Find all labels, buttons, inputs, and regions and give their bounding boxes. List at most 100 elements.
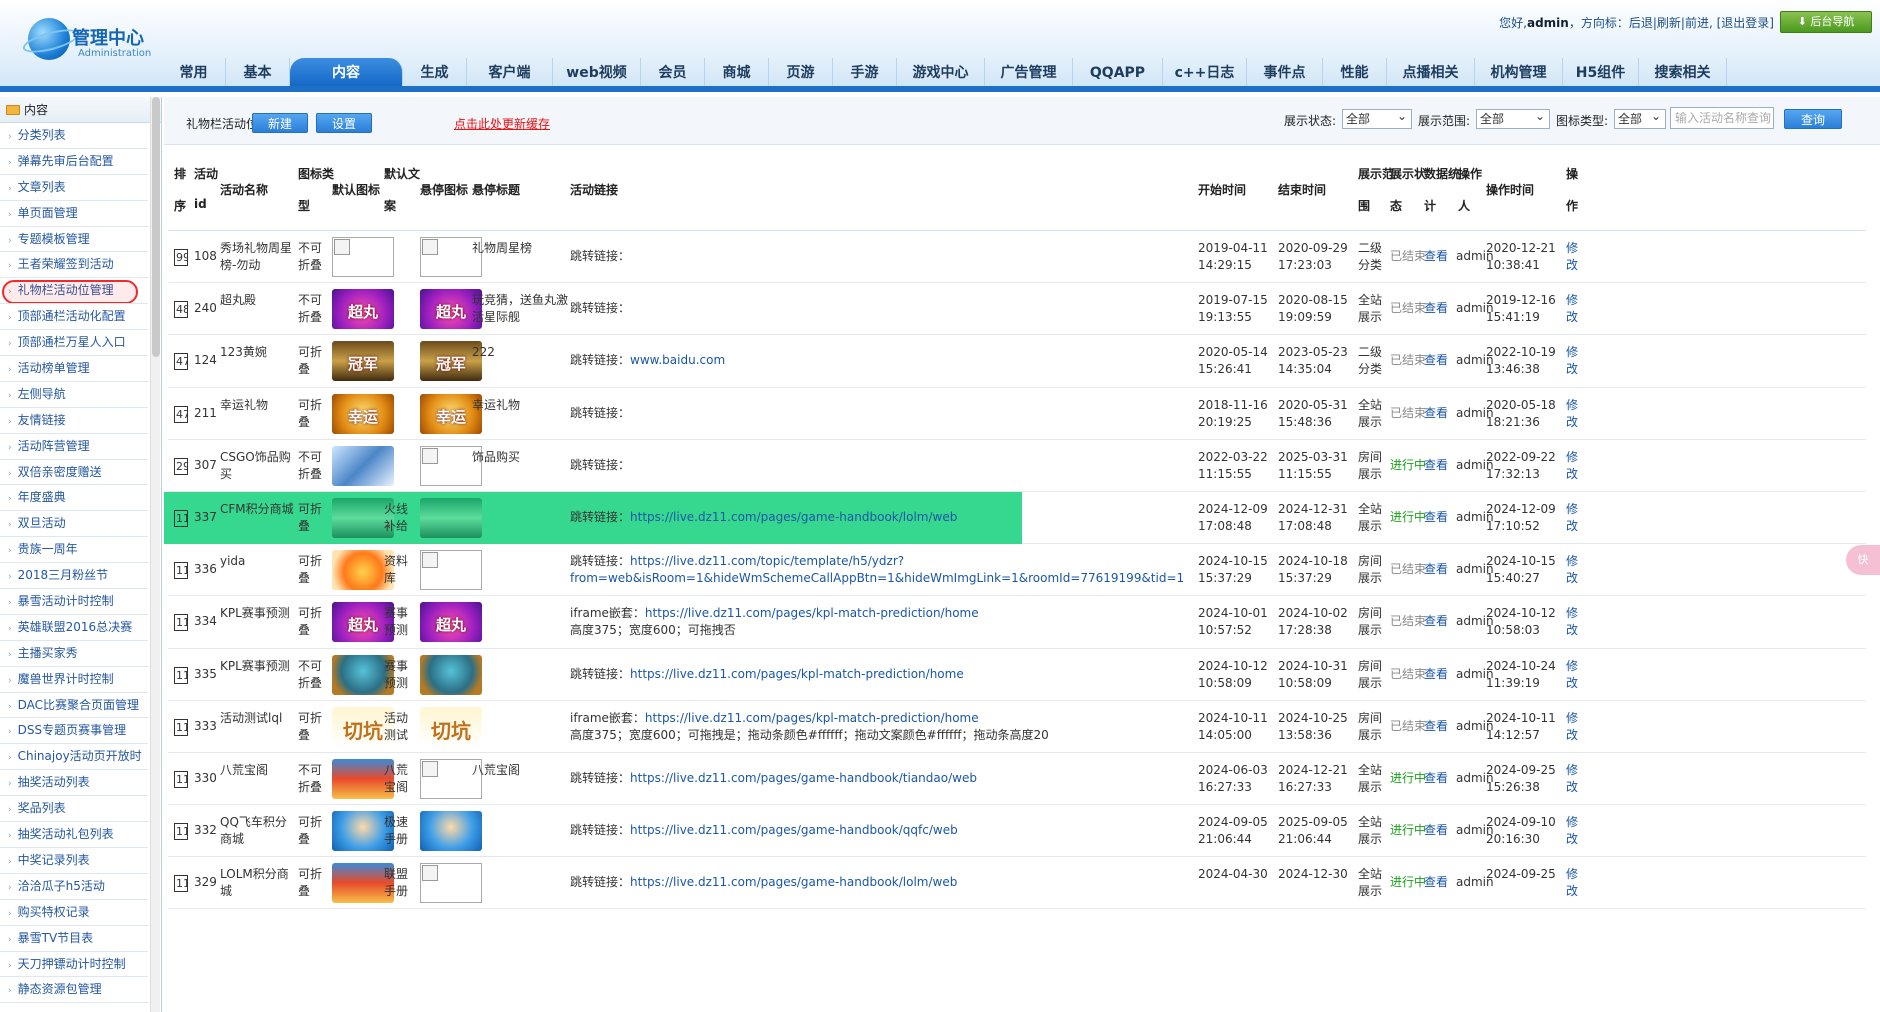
activity-link[interactable]: https://live.dz11.com/pages/kpl-match-pr… [645, 606, 979, 620]
sidebar-item-23[interactable]: › DSS专题页赛事管理 [0, 718, 148, 745]
row-stats-link[interactable]: 查看 [1424, 300, 1448, 317]
sidebar-item-3[interactable]: › 单页面管理 [0, 201, 148, 227]
tab-2[interactable]: 内容 [290, 58, 403, 88]
activity-link[interactable]: https://live.dz11.com/pages/game-handboo… [630, 823, 958, 837]
sidebar-item-1[interactable]: › 弹幕先审后台配置 [0, 149, 148, 175]
row-edit-link[interactable]: 修改 [1566, 866, 1580, 900]
activity-link[interactable]: https://live.dz11.com/topic/template/h5/… [630, 554, 904, 568]
logout-link[interactable]: [退出登录] [1717, 16, 1774, 30]
sidebar-item-30[interactable]: › 购买特权记录 [0, 900, 148, 926]
tab-10[interactable]: 游戏中心 [897, 58, 985, 88]
sidebar-item-20[interactable]: › 主播买家秀 [0, 641, 148, 667]
row-edit-link[interactable]: 修改 [1566, 292, 1580, 326]
sidebar-item-29[interactable]: › 洽洽瓜子h5活动 [0, 874, 148, 900]
refresh-link[interactable]: 刷新 [1657, 16, 1681, 30]
forward-link[interactable]: 前进 [1685, 16, 1709, 30]
tab-11[interactable]: 广告管理 [985, 58, 1073, 88]
tab-0[interactable]: 常用 [162, 58, 226, 88]
row-stats-link[interactable]: 查看 [1424, 561, 1448, 578]
sidebar-item-14[interactable]: › 年度盛典 [0, 485, 148, 512]
row-stats-link[interactable]: 查看 [1424, 405, 1448, 422]
tab-7[interactable]: 商城 [705, 58, 769, 88]
sort-order-input[interactable]: 29 [174, 457, 188, 475]
activity-link[interactable]: www.baidu.com [630, 353, 725, 367]
sidebar-item-24[interactable]: › Chinajoy活动页开放时 [0, 744, 148, 771]
sort-order-input[interactable]: 11 [174, 666, 188, 684]
activity-link[interactable]: https://live.dz11.com/pages/game-handboo… [630, 510, 957, 524]
row-edit-link[interactable]: 修改 [1566, 397, 1580, 431]
row-edit-link[interactable]: 修改 [1566, 814, 1580, 848]
sidebar-item-22[interactable]: › DAC比赛聚合页面管理 [0, 693, 148, 719]
tab-18[interactable]: H5组件 [1563, 58, 1639, 88]
tab-8[interactable]: 页游 [769, 58, 833, 88]
sort-order-input[interactable]: 11 [174, 823, 188, 841]
tab-3[interactable]: 生成 [403, 58, 467, 88]
sidebar-item-0[interactable]: › 分类列表 [0, 123, 148, 149]
sidebar-header[interactable]: 内容 [0, 97, 161, 123]
row-stats-link[interactable]: 查看 [1424, 718, 1448, 735]
sidebar-item-13[interactable]: › 双倍亲密度赠送 [0, 460, 148, 486]
sidebar-item-17[interactable]: › 2018三月粉丝节 [0, 563, 148, 590]
tab-17[interactable]: 机构管理 [1475, 58, 1563, 88]
sidebar-item-9[interactable]: › 活动榜单管理 [0, 356, 148, 382]
sidebar-item-19[interactable]: › 英雄联盟2016总决赛 [0, 615, 148, 641]
sidebar-item-12[interactable]: › 活动阵营管理 [0, 434, 148, 460]
scrollbar-thumb[interactable] [152, 97, 160, 357]
search-input[interactable]: 输入活动名称查询 [1670, 107, 1774, 129]
sidebar-item-2[interactable]: › 文章列表 [0, 175, 148, 201]
tab-1[interactable]: 基本 [226, 58, 290, 88]
sidebar-item-18[interactable]: › 暴雪活动计时控制 [0, 589, 148, 615]
tab-4[interactable]: 客户端 [467, 58, 553, 88]
sort-order-input[interactable]: 11 [174, 614, 188, 632]
filter-range-select[interactable]: 全部 [1476, 107, 1550, 129]
row-stats-link[interactable]: 查看 [1424, 613, 1448, 630]
sort-order-input[interactable]: 11 [174, 562, 188, 580]
sidebar-item-4[interactable]: › 专题模板管理 [0, 227, 148, 253]
update-cache-link[interactable]: 点击此处更新缓存 [454, 115, 550, 132]
activity-link[interactable]: https://live.dz11.com/pages/game-handboo… [630, 875, 957, 889]
tab-12[interactable]: QQAPP [1073, 58, 1163, 88]
filter-icon-select[interactable]: 全部 [1614, 107, 1666, 129]
activity-link[interactable]: https://live.dz11.com/pages/kpl-match-pr… [630, 667, 964, 681]
filter-status-select[interactable]: 全部 [1342, 107, 1412, 129]
sidebar-item-16[interactable]: › 贵族一周年 [0, 537, 148, 564]
sidebar-item-32[interactable]: › 天刀押镖动计时控制 [0, 952, 148, 978]
sidebar-item-21[interactable]: › 魔兽世界计时控制 [0, 667, 148, 693]
sidebar-item-28[interactable]: › 中奖记录列表 [0, 848, 148, 874]
tab-5[interactable]: web视频 [553, 58, 641, 88]
sort-order-input[interactable]: 11 [174, 875, 188, 893]
row-edit-link[interactable]: 修改 [1566, 240, 1580, 274]
row-edit-link[interactable]: 修改 [1566, 449, 1580, 483]
row-edit-link[interactable]: 修改 [1566, 658, 1580, 692]
row-edit-link[interactable]: 修改 [1566, 501, 1580, 535]
sidebar-item-33[interactable]: › 静态资源包管理 [0, 977, 148, 1004]
row-stats-link[interactable]: 查看 [1424, 770, 1448, 787]
sort-order-input[interactable]: 48 [174, 301, 188, 319]
sidebar-item-10[interactable]: › 左侧导航 [0, 382, 148, 408]
tab-6[interactable]: 会员 [641, 58, 705, 88]
sort-order-input[interactable]: 47 [174, 405, 188, 423]
row-stats-link[interactable]: 查看 [1424, 874, 1448, 891]
sort-order-input[interactable]: 11 [174, 509, 188, 527]
row-edit-link[interactable]: 修改 [1566, 605, 1580, 639]
tab-14[interactable]: 事件点 [1247, 58, 1323, 88]
sidebar-scrollbar[interactable] [150, 97, 160, 1012]
row-stats-link[interactable]: 查看 [1424, 352, 1448, 369]
sidebar-item-25[interactable]: › 抽奖活动列表 [0, 770, 148, 797]
back-link[interactable]: 后退 [1629, 16, 1653, 30]
row-stats-link[interactable]: 查看 [1424, 509, 1448, 526]
tab-15[interactable]: 性能 [1323, 58, 1387, 88]
tab-13[interactable]: c++日志 [1163, 58, 1247, 88]
sidebar-item-6[interactable]: › 礼物栏活动位管理 [0, 278, 148, 305]
row-stats-link[interactable]: 查看 [1424, 666, 1448, 683]
sidebar-item-7[interactable]: › 顶部通栏活动化配置 [0, 304, 148, 331]
settings-button[interactable]: 设置 [316, 113, 372, 133]
row-edit-link[interactable]: 修改 [1566, 553, 1580, 587]
query-button[interactable]: 查询 [1784, 109, 1842, 129]
sidebar-item-15[interactable]: › 双旦活动 [0, 511, 148, 538]
sort-order-input[interactable]: 47 [174, 353, 188, 371]
sort-order-input[interactable]: 99 [174, 249, 188, 266]
backend-nav-button[interactable]: ⬇ 后台导航 [1780, 11, 1872, 33]
sidebar-item-27[interactable]: › 抽奖活动礼包列表 [0, 822, 148, 848]
activity-link[interactable]: https://live.dz11.com/pages/kpl-match-pr… [645, 711, 979, 725]
